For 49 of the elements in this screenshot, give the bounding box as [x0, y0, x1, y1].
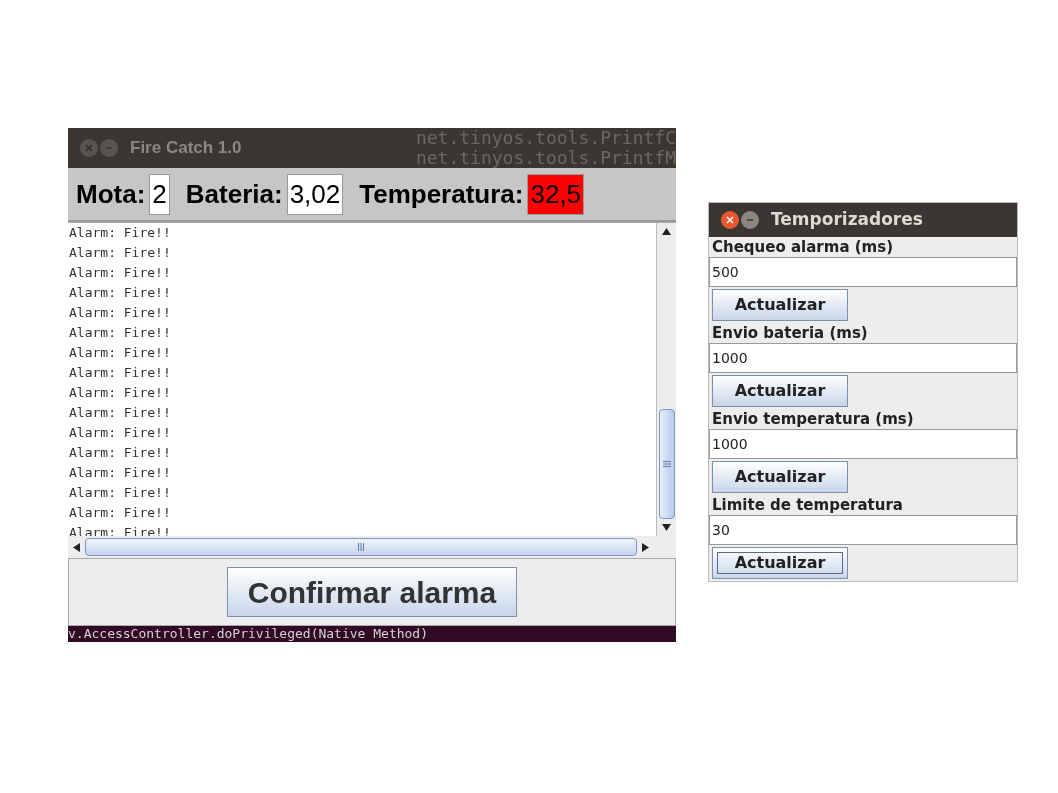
log-line: Alarm: Fire!! — [68, 224, 172, 242]
input-field[interactable]: 30 — [709, 515, 1017, 545]
vertical-scrollbar[interactable] — [656, 223, 676, 536]
log-line: Alarm: Fire!! — [68, 304, 172, 322]
minimize-icon[interactable] — [741, 211, 759, 229]
left-arrow-icon[interactable] — [73, 542, 80, 552]
log-line: Alarm: Fire!! — [68, 464, 172, 482]
input-field[interactable]: 500 — [709, 257, 1017, 287]
log-line: Alarm: Fire!! — [68, 384, 172, 402]
down-arrow-icon[interactable] — [662, 524, 671, 531]
reading-value: 32,5 — [527, 173, 585, 215]
reading-label: Bateria: — [185, 177, 283, 211]
reading-label: Mota: — [76, 177, 146, 211]
log-line: Alarm: Fire!! — [68, 404, 172, 422]
confirm-alarm-button[interactable]: Confirmar alarma — [226, 567, 518, 617]
right-arrow-icon[interactable] — [642, 542, 649, 552]
reading-value: 3,02 — [286, 173, 344, 215]
log-line: Alarm: Fire!! — [68, 244, 172, 262]
log-line: Alarm: Fire!! — [68, 424, 172, 442]
up-arrow-icon[interactable] — [662, 228, 671, 235]
window-title: Fire Catch 1.0 — [130, 137, 242, 160]
log-line: Alarm: Fire!! — [68, 344, 172, 362]
setting-label: Envio temperatura (ms) — [711, 409, 915, 429]
log-line: Alarm: Fire!! — [68, 364, 172, 382]
log-line: Alarm: Fire!! — [68, 504, 172, 522]
log-line: Alarm: Fire!! — [68, 264, 172, 282]
terminal-text: v.AccessController.doPrivileged(Native Method) — [68, 626, 429, 642]
setting-label: Envio bateria (ms) — [711, 323, 869, 343]
log-line: Alarm: Fire!! — [68, 484, 172, 502]
update-button[interactable]: Actualizar — [712, 289, 848, 321]
setting-label: Limite de temperatura — [711, 495, 904, 515]
scroll-thumb[interactable] — [85, 538, 637, 556]
close-icon[interactable] — [721, 211, 739, 229]
log-line: Alarm: Fire!! — [68, 324, 172, 342]
grip-icon — [358, 543, 364, 551]
log-line: Alarm: Fire!! — [68, 444, 172, 462]
update-button[interactable]: Actualizar — [712, 461, 848, 493]
input-field[interactable]: 1000 — [709, 429, 1017, 459]
grip-icon — [662, 461, 671, 467]
setting-label: Chequeo alarma (ms) — [711, 237, 894, 257]
update-button[interactable]: Actualizar — [712, 375, 848, 407]
log-line: Alarm: Fire!! — [68, 284, 172, 302]
reading-value: 2 — [149, 173, 170, 215]
scroll-thumb[interactable] — [658, 409, 675, 519]
window-title: Temporizadores — [771, 208, 923, 232]
update-button[interactable]: Actualizar — [712, 547, 848, 579]
input-field[interactable]: 1000 — [709, 343, 1017, 373]
horizontal-scrollbar[interactable] — [68, 536, 676, 558]
reading-label: Temperatura: — [359, 177, 524, 211]
